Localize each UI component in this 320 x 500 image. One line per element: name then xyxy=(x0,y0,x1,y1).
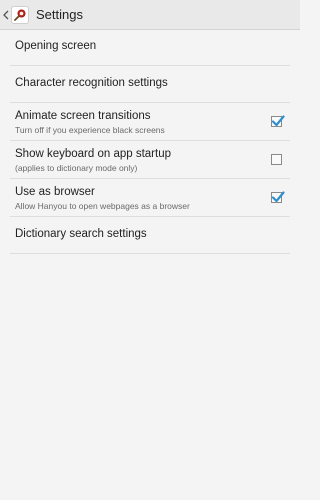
chevron-left-icon xyxy=(2,10,8,19)
setting-label: Character recognition settings xyxy=(15,77,168,89)
use-as-browser-checkbox[interactable] xyxy=(271,191,285,203)
setting-use-as-browser[interactable]: Use as browser Allow Hanyou to open webp… xyxy=(10,179,290,217)
show-keyboard-checkbox[interactable] xyxy=(271,154,282,165)
setting-show-keyboard[interactable]: Show keyboard on app startup (applies to… xyxy=(10,141,290,179)
setting-animate-transitions[interactable]: Animate screen transitions Turn off if y… xyxy=(10,103,290,141)
setting-subtitle: (applies to dictionary mode only) xyxy=(15,163,138,173)
setting-dictionary-search[interactable]: Dictionary search settings xyxy=(10,217,290,254)
setting-title: Animate screen transitions xyxy=(15,110,151,122)
setting-label: Dictionary search settings xyxy=(15,228,147,240)
page-title: Settings xyxy=(36,7,83,22)
setting-label: Opening screen xyxy=(15,40,97,52)
checkmark-icon xyxy=(271,191,285,203)
setting-title: Use as browser xyxy=(15,186,95,198)
hanyou-app-icon[interactable] xyxy=(11,5,29,24)
setting-title: Show keyboard on app startup xyxy=(15,148,171,160)
back-button[interactable] xyxy=(1,0,10,29)
app-bar: Settings xyxy=(0,0,300,30)
magnifier-icon xyxy=(14,9,26,21)
setting-subtitle: Allow Hanyou to open webpages as a brows… xyxy=(15,201,190,211)
setting-subtitle: Turn off if you experience black screens xyxy=(15,125,165,135)
animate-transitions-checkbox[interactable] xyxy=(271,115,285,127)
setting-character-recognition[interactable]: Character recognition settings xyxy=(10,66,290,103)
setting-opening-screen[interactable]: Opening screen xyxy=(10,29,290,66)
settings-list: Opening screen Character recognition set… xyxy=(0,29,300,254)
checkmark-icon xyxy=(271,115,285,127)
